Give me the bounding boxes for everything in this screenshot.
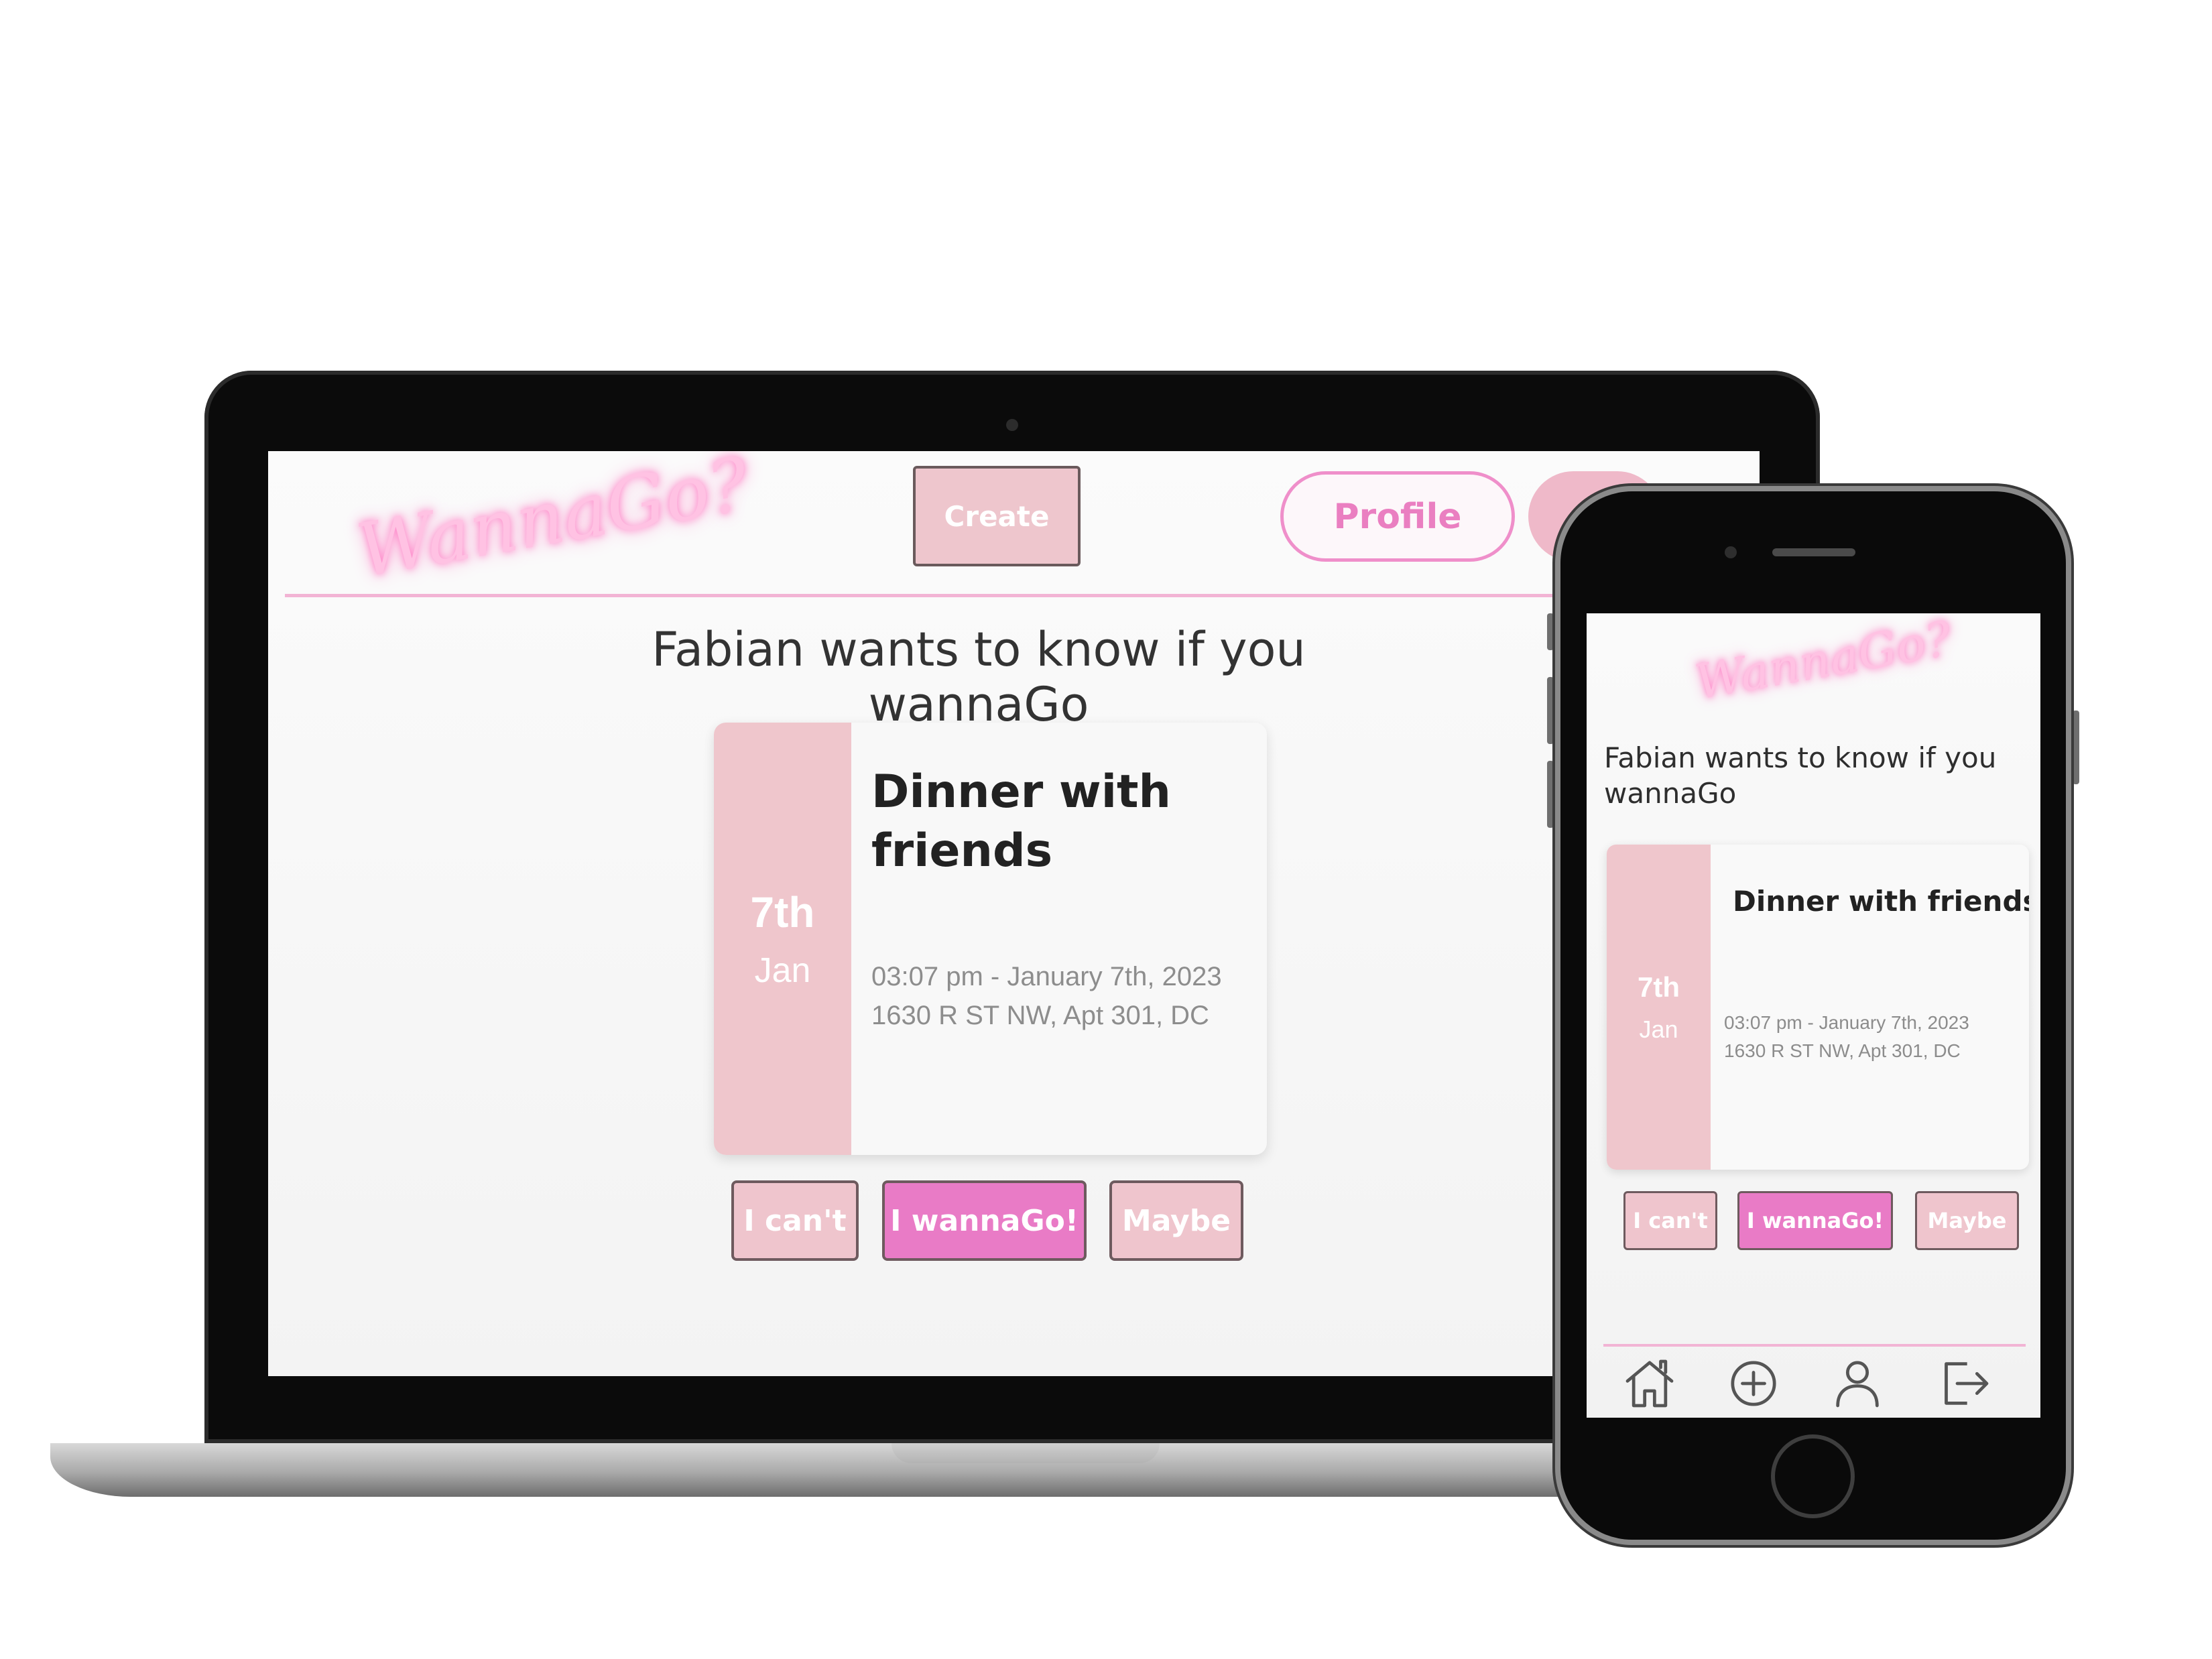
phone-screen: WannaGo? Fabian wants to know if you wan…: [1587, 613, 2040, 1418]
laptop-camera: [1006, 419, 1018, 431]
event-title-mobile: Dinner with friends: [1733, 885, 2029, 918]
event-title: Dinner with friends: [871, 765, 1171, 878]
event-card-mobile: 7th Jan Dinner with friends 03:07 pm - J…: [1607, 845, 2029, 1170]
laptop-screen: WannaGo? Create Profile Fabian wants to …: [268, 451, 1760, 1376]
maybe-button-mobile[interactable]: Maybe: [1915, 1191, 2019, 1250]
wannago-button[interactable]: I wannaGo!: [882, 1180, 1087, 1261]
event-day-mobile: 7th: [1638, 971, 1680, 1003]
logout-icon[interactable]: [1935, 1354, 1994, 1413]
event-date-badge-mobile: 7th Jan: [1607, 845, 1711, 1170]
event-details: 03:07 pm - January 7th, 2023 1630 R ST N…: [871, 957, 1222, 1035]
phone-camera: [1725, 546, 1737, 558]
add-circle-icon[interactable]: [1724, 1354, 1783, 1413]
phone-mute-switch: [1547, 613, 1554, 650]
phone-volume-up: [1547, 677, 1554, 744]
event-month-mobile: Jan: [1639, 1015, 1678, 1043]
nav-divider: [1603, 1344, 2026, 1347]
user-icon[interactable]: [1828, 1354, 1887, 1413]
event-address-mobile: 1630 R ST NW, Apt 301, DC: [1724, 1040, 1961, 1061]
laptop-notch: [892, 1443, 1160, 1463]
event-time: 03:07 pm - January 7th, 2023: [871, 962, 1222, 991]
wannago-button-mobile[interactable]: I wannaGo!: [1737, 1191, 1893, 1250]
invite-heading: Fabian wants to know if you wannaGo: [652, 622, 1306, 732]
event-card: 7th Jan Dinner with friends 03:07 pm - J…: [714, 723, 1267, 1155]
header-divider: [285, 594, 1760, 597]
phone-speaker: [1772, 548, 1855, 556]
event-day: 7th: [750, 887, 815, 936]
laptop-base: [50, 1443, 1726, 1497]
app-logo-mobile[interactable]: WannaGo?: [1691, 613, 1956, 711]
profile-button[interactable]: Profile: [1280, 471, 1515, 562]
invite-heading-mobile: Fabian wants to know if you wannaGo: [1604, 741, 1997, 810]
home-icon[interactable]: [1620, 1354, 1679, 1413]
bottom-nav: [1620, 1354, 2009, 1414]
app-logo[interactable]: WannaGo?: [351, 451, 755, 594]
event-time-mobile: 03:07 pm - January 7th, 2023: [1724, 1012, 1969, 1033]
cant-button-mobile[interactable]: I can't: [1623, 1191, 1717, 1250]
event-month: Jan: [754, 950, 811, 990]
event-address: 1630 R ST NW, Apt 301, DC: [871, 1001, 1209, 1030]
cant-button[interactable]: I can't: [731, 1180, 859, 1261]
maybe-button[interactable]: Maybe: [1109, 1180, 1243, 1261]
create-button[interactable]: Create: [913, 466, 1081, 566]
phone-home-button: [1771, 1434, 1855, 1518]
event-details-mobile: 03:07 pm - January 7th, 2023 1630 R ST N…: [1724, 1009, 1969, 1065]
phone-power-button: [2073, 711, 2079, 784]
phone-volume-down: [1547, 761, 1554, 828]
event-date-badge: 7th Jan: [714, 723, 851, 1155]
